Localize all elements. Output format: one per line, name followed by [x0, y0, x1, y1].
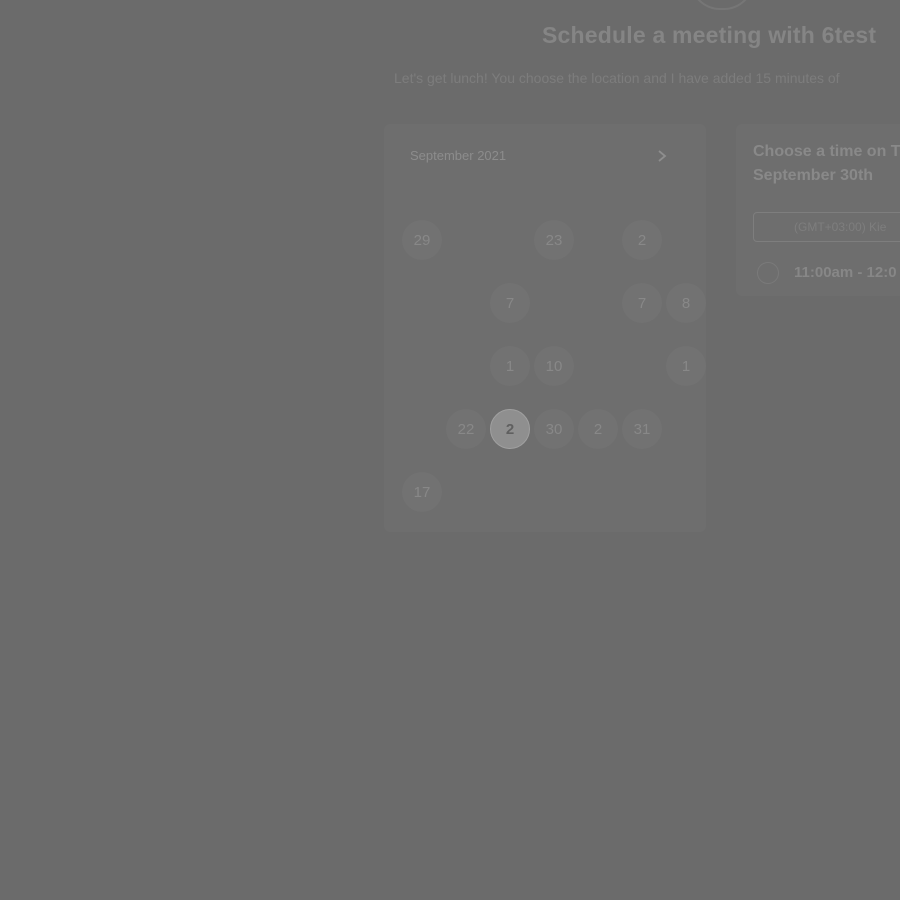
calendar-day[interactable]: 1 [490, 346, 530, 386]
calendar-day[interactable]: 30 [534, 409, 574, 449]
time-slot-label[interactable]: 11:00am - 12:0 [794, 264, 897, 281]
calendar-day[interactable]: 7 [490, 283, 530, 323]
calendar-day[interactable]: 23 [534, 220, 574, 260]
scheduling-page: Schedule a meeting with 6test Let's get … [0, 0, 900, 900]
calendar-day-empty [666, 472, 706, 512]
times-heading-line1: Choose a time on T [753, 143, 900, 160]
calendar-day-empty [446, 346, 486, 386]
avatar [690, 0, 754, 10]
page-subtitle: Let's get lunch! You choose the location… [394, 70, 840, 86]
calendar-day-empty [490, 220, 530, 260]
calendar-day-empty [446, 283, 486, 323]
calendar-day[interactable]: 10 [534, 346, 574, 386]
calendar-card: September 2021 29 23 2 7 7 8 1 10 1 22 2 30 2 31 17 [384, 124, 706, 532]
calendar-day-empty [578, 346, 618, 386]
calendar-day-empty [402, 346, 442, 386]
calendar-day[interactable]: 22 [446, 409, 486, 449]
calendar-day[interactable]: 2 [578, 409, 618, 449]
calendar-day-selected[interactable]: 2 [490, 409, 530, 449]
chevron-right-icon [658, 150, 667, 162]
calendar-day[interactable]: 31 [622, 409, 662, 449]
time-slots-card: Choose a time on T September 30th (GMT+0… [736, 124, 900, 296]
page-title: Schedule a meeting with 6test [542, 22, 877, 48]
calendar-day-empty [622, 346, 662, 386]
calendar-day-empty [578, 472, 618, 512]
calendar-day-empty [490, 472, 530, 512]
times-heading: Choose a time on T September 30th [753, 140, 900, 188]
calendar-day-empty [402, 283, 442, 323]
calendar-day-empty [446, 220, 486, 260]
calendar-day-empty [534, 283, 574, 323]
calendar-day[interactable]: 29 [402, 220, 442, 260]
calendar-day-empty [666, 409, 706, 449]
calendar-day-empty [578, 283, 618, 323]
calendar-day-empty [622, 472, 662, 512]
calendar-day-grid: 29 23 2 7 7 8 1 10 1 22 2 30 2 31 17 [400, 220, 708, 535]
calendar-day-empty [402, 409, 442, 449]
calendar-day[interactable]: 8 [666, 283, 706, 323]
calendar-day-empty [666, 220, 706, 260]
calendar-day[interactable]: 2 [622, 220, 662, 260]
calendar-day-empty [446, 472, 486, 512]
timezone-select[interactable]: (GMT+03:00) Kie [753, 212, 900, 242]
next-month-button[interactable] [652, 146, 672, 166]
calendar-day-empty [578, 220, 618, 260]
calendar-month-label: September 2021 [410, 148, 507, 163]
time-slot-radio[interactable] [757, 262, 779, 284]
calendar-day[interactable]: 17 [402, 472, 442, 512]
calendar-day-empty [534, 472, 574, 512]
times-heading-line2: September 30th [753, 167, 874, 184]
calendar-day[interactable]: 1 [666, 346, 706, 386]
calendar-day[interactable]: 7 [622, 283, 662, 323]
